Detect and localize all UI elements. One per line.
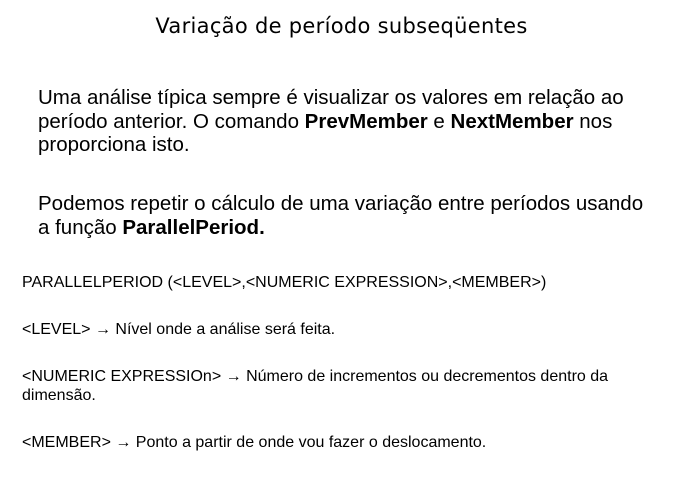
intro-text-b: e [427,109,451,133]
nextmember-keyword: NextMember [450,109,574,133]
prevmember-keyword: PrevMember [304,109,428,133]
intro-paragraph: Uma análise típica sempre é visualizar o… [38,86,658,157]
parallelperiod-keyword: ParallelPeriod. [122,215,265,239]
definition-numeric-expression: <NUMERIC EXPRESSIOn> → Número de increme… [22,368,609,404]
definition-member: <MEMBER> → Ponto a partir de onde vou fa… [22,434,487,451]
slide-title: Variação de período subseqüentes [155,14,528,38]
parallelperiod-paragraph: Podemos repetir o cálculo de uma variaçã… [38,192,658,239]
definition-level: <LEVEL> → Nível onde a análise será feit… [22,321,336,338]
syntax-line: PARALLELPERIOD (<LEVEL>,<NUMERIC EXPRESS… [22,274,547,291]
